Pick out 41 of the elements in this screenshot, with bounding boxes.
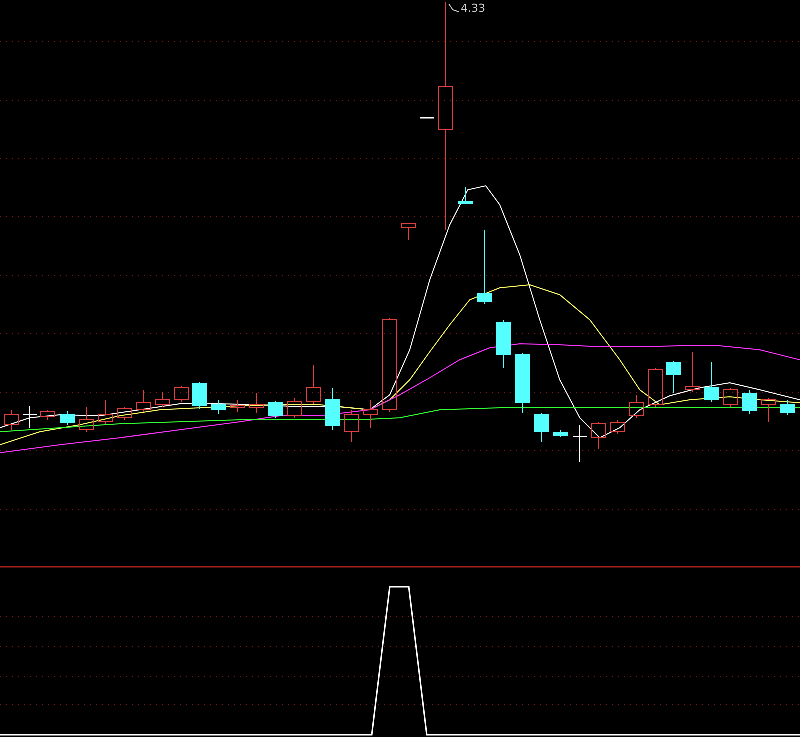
candlestick [40, 410, 56, 420]
candlestick [572, 424, 588, 462]
candlestick [762, 398, 776, 422]
candlestick [118, 406, 132, 420]
candlestick [60, 410, 76, 426]
candlestick [704, 362, 720, 402]
candlestick [666, 360, 682, 394]
candlestick [554, 430, 568, 438]
candlestick [516, 352, 530, 414]
candlestick [174, 386, 190, 402]
candlestick [402, 224, 416, 240]
candlestick [326, 388, 340, 430]
candlestick [648, 368, 664, 408]
candlestick [686, 352, 700, 392]
candlestick [250, 392, 264, 414]
candlestick [80, 406, 94, 432]
candlestick [364, 400, 378, 428]
candlestick [344, 410, 360, 442]
leader-line [448, 4, 460, 12]
candlestick [22, 406, 38, 428]
candlestick [724, 388, 738, 408]
candlestick [156, 392, 170, 408]
candlestick [192, 382, 208, 410]
candlestick [288, 398, 302, 418]
candlestick [212, 400, 226, 414]
candlestick [458, 186, 474, 204]
candlestick [592, 422, 606, 450]
candlestick [534, 412, 550, 442]
candlestick [742, 390, 758, 414]
candlestick [136, 390, 152, 412]
price-label: 4.33 [461, 2, 486, 15]
candlestick [98, 400, 114, 424]
candlestick [268, 400, 284, 418]
candlestick [306, 364, 322, 404]
candlestick [4, 410, 20, 430]
candlestick [780, 400, 796, 416]
price-mark [420, 117, 434, 119]
candlestick [610, 420, 626, 434]
candlestick [230, 400, 246, 412]
candlestick [630, 394, 644, 418]
candlestick [496, 320, 512, 368]
